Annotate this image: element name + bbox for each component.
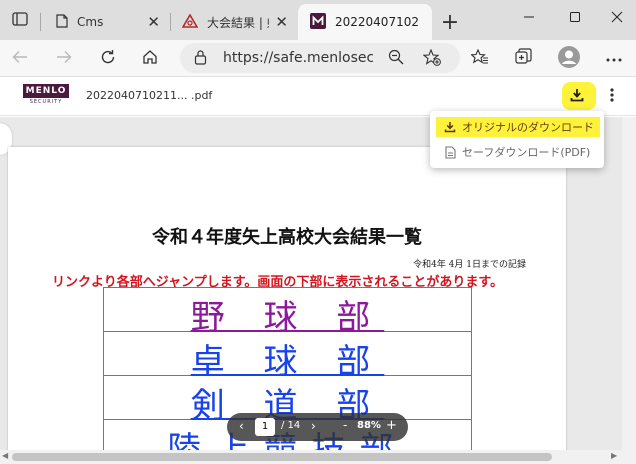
favorites-icon bbox=[470, 48, 489, 68]
minimize-icon bbox=[523, 11, 535, 26]
document-title: 令和４年度矢上高校大会結果一覧 bbox=[152, 227, 422, 248]
tab-actions-icon bbox=[12, 11, 28, 29]
back-button[interactable] bbox=[4, 42, 36, 74]
settings-menu-button[interactable] bbox=[598, 42, 630, 74]
zoom-out-icon[interactable] bbox=[388, 49, 404, 68]
page-controls: ‹ 1 / 14 › - 88% + bbox=[227, 413, 408, 441]
club-link-baseball[interactable]: 野 球 部 bbox=[191, 298, 385, 338]
club-link-table-tennis[interactable]: 卓 球 部 bbox=[191, 342, 385, 382]
logo-subtext: SECURITY bbox=[29, 99, 63, 105]
plus-icon: + bbox=[440, 9, 460, 35]
minimize-button[interactable] bbox=[506, 0, 552, 36]
tab-taikai-kekka[interactable]: 大会結果 | 県 ✕ bbox=[170, 4, 298, 40]
safe-download-label: セーフダウンロード(PDF) bbox=[462, 146, 591, 159]
pdf-page: 令和４年度矢上高校大会結果一覧 令和4年 4月 1日までの記録 リンクより各部へ… bbox=[8, 147, 566, 450]
download-original-item[interactable]: オリジナルのダウンロード bbox=[436, 117, 600, 137]
zoom-out-button[interactable]: - bbox=[343, 418, 347, 432]
maximize-icon bbox=[569, 11, 581, 26]
tab-separator bbox=[40, 13, 41, 31]
pdf-file-icon bbox=[442, 145, 458, 159]
viewer-header: MENLO SECURITY 2022040710211... .pdf bbox=[0, 76, 636, 116]
document-date-note: 令和4年 4月 1日までの記録 bbox=[413, 260, 526, 270]
download-menu: オリジナルのダウンロード セーフダウンロード(PDF) bbox=[430, 111, 604, 168]
tab-title: 20220407102 bbox=[335, 15, 419, 29]
add-favorite-icon[interactable] bbox=[422, 48, 441, 69]
address-bar[interactable]: https://safe.menlosec... bbox=[180, 43, 460, 73]
arrow-right-icon bbox=[56, 50, 72, 67]
zoom-level: 88% bbox=[357, 420, 381, 431]
tab-actions-button[interactable] bbox=[0, 2, 40, 38]
page-icon bbox=[56, 13, 68, 31]
tab-title: 大会結果 | 県 bbox=[207, 15, 269, 30]
refresh-icon bbox=[100, 49, 116, 68]
home-button[interactable] bbox=[134, 42, 166, 74]
more-vertical-icon bbox=[610, 87, 614, 105]
close-icon[interactable]: ✕ bbox=[275, 14, 288, 30]
tab-pdf-active[interactable]: 20220407102 bbox=[298, 4, 432, 40]
download-icon bbox=[442, 120, 458, 134]
collections-icon bbox=[514, 48, 532, 68]
scroll-left-icon[interactable]: ◀ bbox=[2, 451, 8, 460]
horizontal-scrollbar[interactable]: ◀ ▶ bbox=[0, 450, 636, 464]
table-row: 卓 球 部 bbox=[104, 332, 471, 382]
refresh-button[interactable] bbox=[92, 42, 124, 74]
scroll-right-icon[interactable]: ▶ bbox=[611, 451, 617, 460]
download-icon bbox=[570, 88, 584, 105]
collections-button[interactable] bbox=[507, 42, 539, 74]
favorites-button[interactable] bbox=[464, 42, 496, 74]
table-row: 野 球 部 bbox=[104, 288, 471, 338]
scrollbar-thumb[interactable] bbox=[12, 453, 552, 461]
zoom-in-button[interactable]: + bbox=[386, 418, 397, 433]
safe-download-item[interactable]: セーフダウンロード(PDF) bbox=[436, 142, 600, 162]
download-original-label: オリジナルのダウンロード bbox=[462, 121, 594, 134]
home-icon bbox=[142, 49, 158, 68]
prev-page-button[interactable]: ‹ bbox=[239, 419, 244, 433]
more-horizontal-icon bbox=[606, 51, 622, 65]
tab-title: Cms bbox=[77, 15, 104, 29]
avatar bbox=[558, 45, 580, 71]
close-icon[interactable]: ✕ bbox=[147, 14, 160, 30]
next-page-button[interactable]: › bbox=[311, 419, 316, 433]
download-button[interactable] bbox=[566, 85, 588, 107]
close-window-button[interactable] bbox=[594, 0, 636, 36]
page-total: / 14 bbox=[281, 420, 301, 431]
viewer-more-button[interactable] bbox=[604, 84, 620, 108]
logo-text: MENLO bbox=[23, 84, 69, 98]
arrow-left-icon bbox=[12, 50, 28, 67]
lock-icon[interactable] bbox=[194, 49, 207, 68]
menlo-logo: MENLO SECURITY bbox=[23, 84, 69, 110]
page-number-input[interactable]: 1 bbox=[255, 418, 275, 436]
tab-cms[interactable]: Cms ✕ bbox=[44, 4, 170, 40]
maximize-button[interactable] bbox=[552, 0, 598, 36]
menlo-m-icon bbox=[310, 12, 326, 32]
tab-strip: Cms ✕ 大会結果 | 県 ✕ 20220407102 + bbox=[0, 0, 636, 40]
url-text[interactable]: https://safe.menlosec... bbox=[223, 50, 373, 66]
new-tab-button[interactable]: + bbox=[436, 8, 464, 36]
close-icon bbox=[611, 11, 623, 26]
profile-button[interactable] bbox=[553, 42, 585, 74]
forward-button[interactable] bbox=[48, 42, 80, 74]
school-crest-icon bbox=[181, 12, 199, 31]
file-name: 2022040710211... .pdf bbox=[86, 89, 213, 102]
browser-toolbar: https://safe.menlosec... bbox=[0, 40, 636, 76]
vertical-scrollbar[interactable] bbox=[622, 117, 636, 450]
